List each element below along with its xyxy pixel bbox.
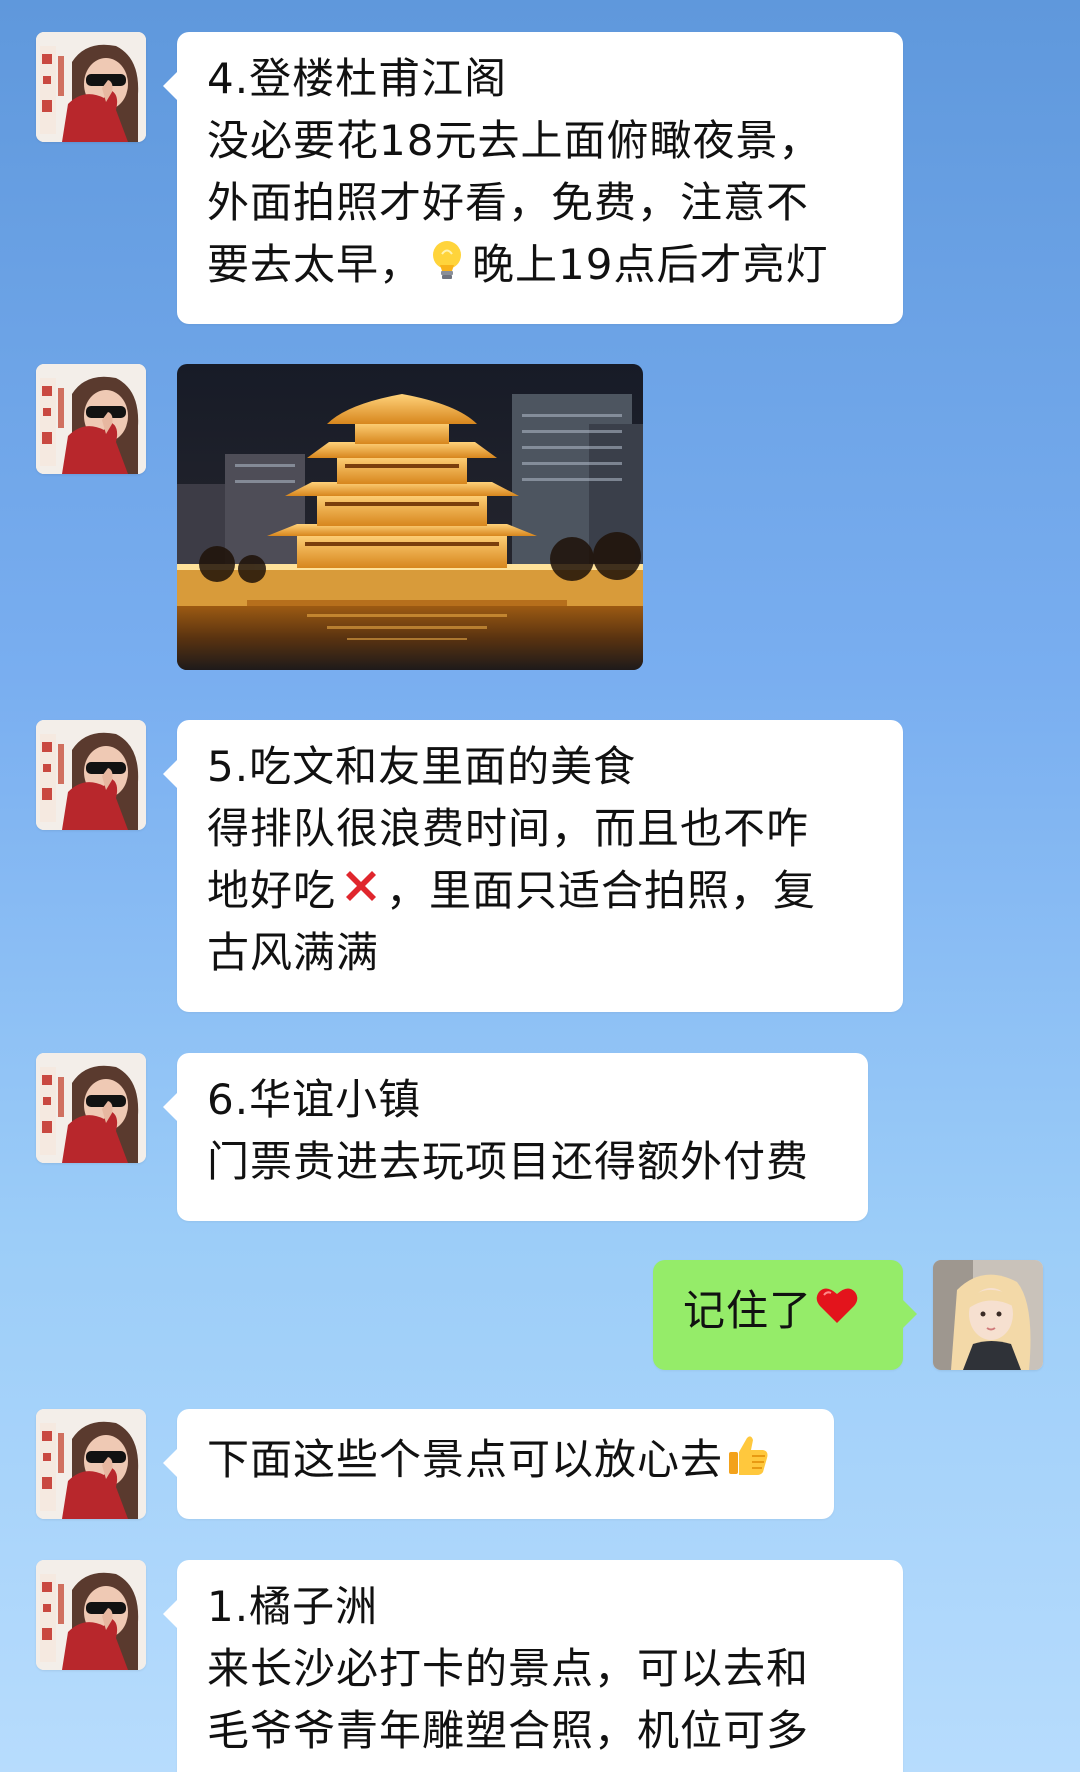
- avatar-sender-image: [36, 1560, 146, 1670]
- message-text-line: 下面这些个景点可以放心去: [207, 1429, 806, 1491]
- message-bubble-recommend[interactable]: 下面这些个景点可以放心去: [163, 1409, 834, 1519]
- thumbs-up-icon: [729, 1436, 768, 1475]
- sender-avatar[interactable]: [36, 1409, 146, 1519]
- avatar-sender-image: [36, 1409, 146, 1519]
- message-text-line: 毛爷爷青年雕塑合照，机位可多: [207, 1706, 810, 1755]
- message-title: 5.吃文和友里面的美食: [207, 742, 637, 791]
- avatar-self-image: [933, 1260, 1043, 1370]
- message-text-line: 来长沙必打卡的景点，可以去和: [207, 1644, 810, 1693]
- message-text-line: 地好吃 ，里面只适合拍照，复: [207, 860, 875, 922]
- avatar-sender-image: [36, 1053, 146, 1163]
- message-bubble-hua-yi[interactable]: 6.华谊小镇 门票贵进去玩项目还得额外付费: [163, 1053, 868, 1221]
- my-avatar[interactable]: [933, 1260, 1043, 1370]
- avatar-sender-image: [36, 720, 146, 830]
- sender-avatar[interactable]: [36, 1560, 146, 1670]
- message-text-line: 记住了: [683, 1280, 875, 1342]
- avatar-sender-image: [36, 32, 146, 142]
- message-photo[interactable]: [177, 364, 643, 670]
- sender-avatar[interactable]: [36, 364, 146, 474]
- message-text-fragment: 记住了: [683, 1286, 813, 1335]
- message-text-fragment: 要去太早，: [207, 240, 423, 289]
- lightbulb-icon: [433, 241, 462, 279]
- avatar-sender-image: [36, 364, 146, 474]
- message-bubble-ju-zi-zhou[interactable]: 1.橘子洲 来长沙必打卡的景点，可以去和 毛爷爷青年雕塑合照，机位可多: [163, 1560, 903, 1772]
- message-title: 1.橘子洲: [207, 1582, 379, 1631]
- message-text-line: 没必要花18元去上面俯瞰夜景，: [207, 116, 822, 165]
- message-text-line: 外面拍照才好看，免费，注意不: [207, 178, 810, 227]
- message-text-line: 得排队很浪费时间，而且也不咋: [207, 804, 810, 853]
- message-bubble-deng-lou[interactable]: 4.登楼杜甫江阁 没必要花18元去上面俯瞰夜景， 外面拍照才好看，免费，注意不 …: [163, 32, 903, 324]
- sender-avatar[interactable]: [36, 1053, 146, 1163]
- heart-icon: [816, 1288, 858, 1323]
- message-text-fragment: 下面这些个景点可以放心去: [207, 1435, 724, 1484]
- cross-icon: [346, 871, 377, 901]
- message-text-fragment: ，里面只适合拍照，复: [386, 866, 817, 915]
- message-text-line: 门票贵进去玩项目还得额外付费: [207, 1137, 810, 1186]
- message-title: 6.华谊小镇: [207, 1075, 422, 1124]
- sender-avatar[interactable]: [36, 32, 146, 142]
- sender-avatar[interactable]: [36, 720, 146, 830]
- photo-pavilion-night: [177, 364, 643, 670]
- message-text-line: 古风满满: [207, 928, 380, 977]
- message-text-fragment: 晚上19点后才亮灯: [472, 240, 829, 289]
- message-text-line: 要去太早， 晚上19点后才亮灯: [207, 234, 875, 296]
- message-bubble-wen-he-you[interactable]: 5.吃文和友里面的美食 得排队很浪费时间，而且也不咋 地好吃 ，里面只适合拍照，复…: [163, 720, 903, 1012]
- message-title: 4.登楼杜甫江阁: [207, 54, 508, 103]
- message-text-fragment: 地好吃: [207, 866, 337, 915]
- my-message-bubble[interactable]: 记住了: [653, 1260, 917, 1370]
- chat-screen: 4.登楼杜甫江阁 没必要花18元去上面俯瞰夜景， 外面拍照才好看，免费，注意不 …: [0, 0, 1080, 1772]
